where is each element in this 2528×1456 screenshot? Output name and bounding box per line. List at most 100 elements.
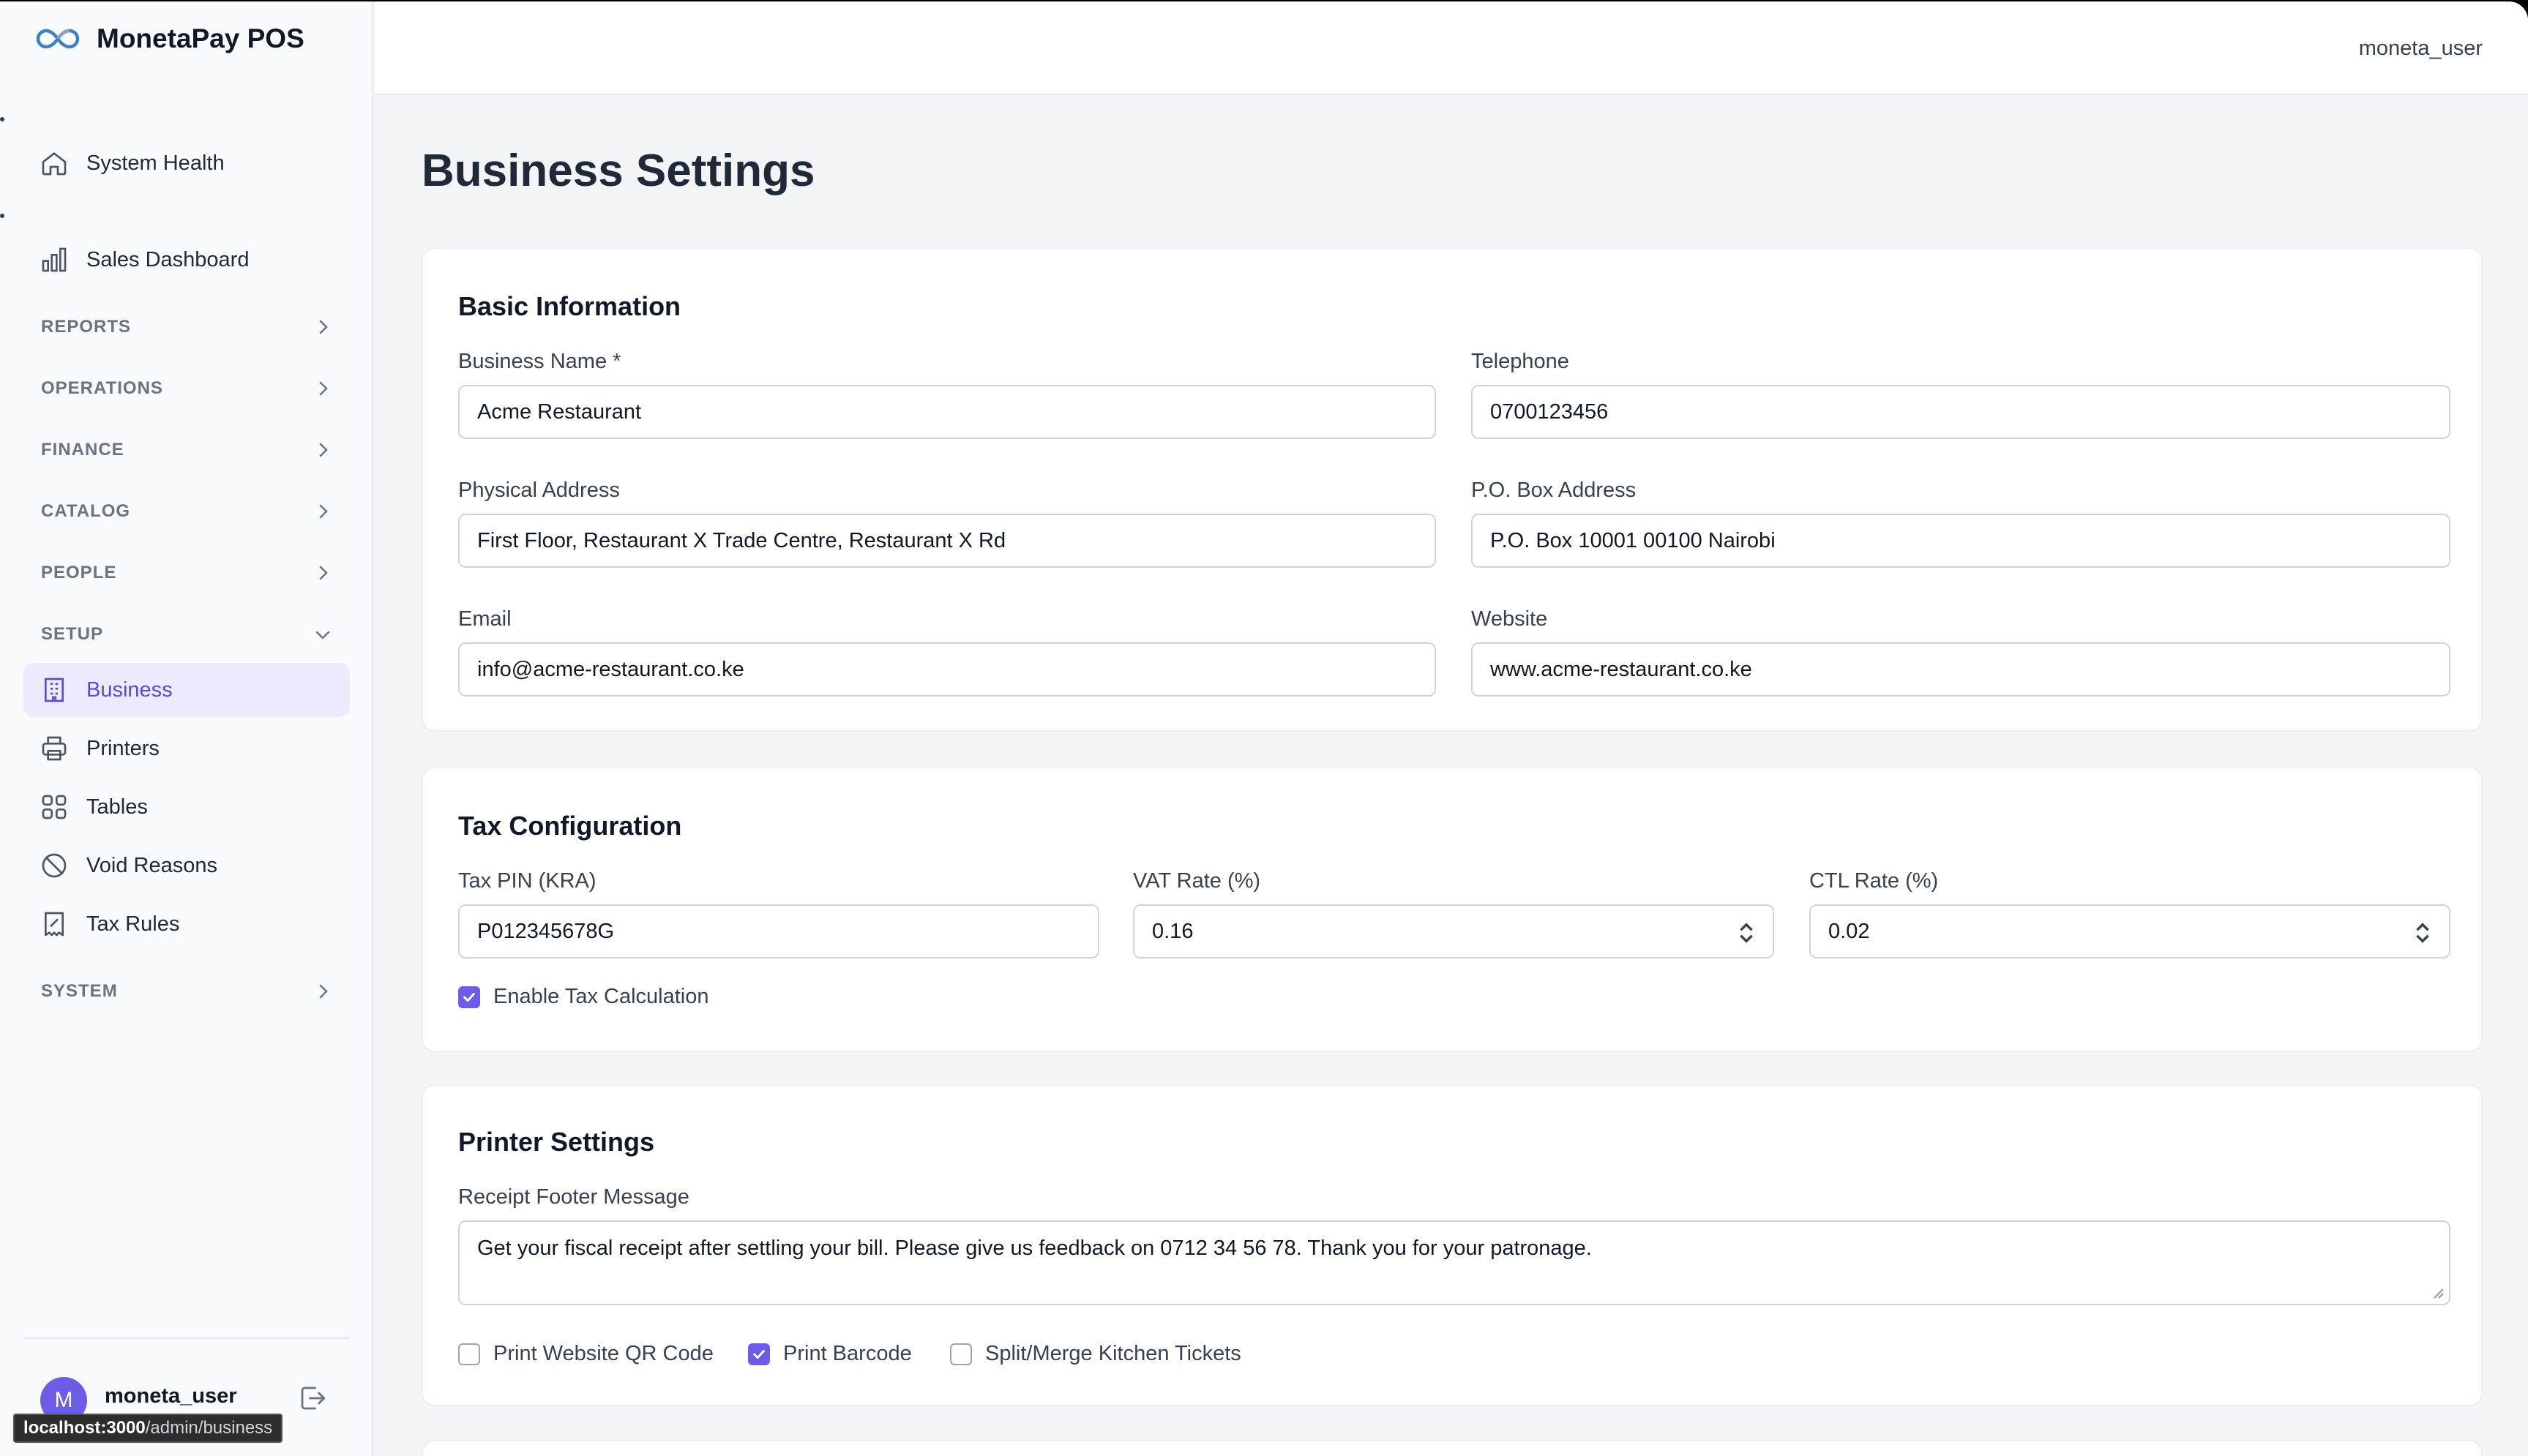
enable-tax-checkbox[interactable]: [458, 986, 480, 1008]
card-title: Printer Settings: [458, 1127, 655, 1157]
print-barcode-label: Print Barcode: [783, 1342, 912, 1365]
sidebar-user-name: moneta_user: [105, 1384, 237, 1408]
number-stepper-icon[interactable]: [1736, 920, 1757, 945]
sidebar-item-label: Tax Rules: [86, 912, 180, 936]
business-name-label: Business Name *: [458, 350, 621, 373]
section-label: SYSTEM: [41, 981, 118, 1001]
split-merge-label: Split/Merge Kitchen Tickets: [985, 1342, 1241, 1365]
card-title: Basic Information: [458, 291, 681, 321]
vat-rate-value: 0.16: [1152, 919, 1194, 943]
scroll-marker: [0, 214, 4, 218]
section-label: CATALOG: [41, 501, 131, 521]
header-user-name[interactable]: moneta_user: [2359, 37, 2483, 61]
sidebar-item-void-reasons[interactable]: Void Reasons: [23, 838, 350, 893]
chevron-right-icon: [319, 381, 328, 396]
print-barcode-checkbox-row[interactable]: Print Barcode: [748, 1342, 912, 1366]
section-label: SETUP: [41, 624, 104, 644]
card-title: Tax Configuration: [458, 811, 682, 841]
print-barcode-checkbox[interactable]: [748, 1343, 770, 1365]
section-label: FINANCE: [41, 440, 124, 459]
tax-configuration-card: Tax Configuration Tax PIN (KRA) P0123456…: [422, 767, 2483, 1052]
ctl-rate-label: CTL Rate (%): [1809, 869, 1939, 893]
po-box-label: P.O. Box Address: [1471, 479, 1637, 502]
receipt-icon: [45, 912, 64, 937]
chevron-right-icon: [319, 984, 328, 999]
enable-tax-label: Enable Tax Calculation: [493, 985, 709, 1008]
physical-address-input[interactable]: First Floor, Restaurant X Trade Centre, …: [458, 514, 1436, 568]
number-stepper-icon[interactable]: [2412, 920, 2433, 945]
tax-pin-label: Tax PIN (KRA): [458, 869, 597, 893]
bar-chart-icon: [42, 247, 67, 272]
ctl-rate-value: 0.02: [1828, 919, 1870, 943]
sidebar-item-label: Printers: [86, 736, 160, 760]
sidebar-section-operations[interactable]: OPERATIONS: [41, 370, 334, 407]
sidebar-section-reports[interactable]: REPORTS: [41, 309, 334, 345]
sidebar-item-label: Business: [86, 678, 173, 702]
scroll-marker: [0, 117, 4, 121]
receipt-footer-textarea[interactable]: Get your fiscal receipt after settling y…: [458, 1220, 2450, 1305]
brand[interactable]: MonetaPay POS: [35, 23, 304, 54]
brand-name: MonetaPay POS: [97, 23, 304, 53]
check-icon: [463, 992, 475, 1002]
ban-icon: [42, 853, 67, 878]
sidebar-item-label: System Health: [86, 151, 225, 175]
sidebar-item-label: Sales Dashboard: [86, 247, 250, 271]
sidebar-section-setup[interactable]: SETUP: [41, 616, 334, 653]
sidebar-item-sales-dashboard[interactable]: Sales Dashboard: [23, 233, 350, 287]
infinity-logo-icon: [36, 29, 80, 49]
building-icon: [45, 678, 64, 702]
telephone-input[interactable]: 0700123456: [1471, 385, 2450, 439]
sidebar-section-system[interactable]: SYSTEM: [41, 973, 334, 1010]
logout-icon[interactable]: [297, 1383, 328, 1414]
chevron-right-icon: [319, 566, 328, 580]
sidebar-section-people[interactable]: PEOPLE: [41, 555, 334, 591]
sidebar-item-system-health[interactable]: System Health: [23, 136, 350, 190]
print-qr-label: Print Website QR Code: [493, 1342, 714, 1365]
resize-handle-icon[interactable]: [2430, 1285, 2445, 1299]
vat-rate-label: VAT Rate (%): [1133, 869, 1261, 893]
receipt-footer-value: Get your fiscal receipt after settling y…: [477, 1237, 1592, 1260]
ctl-rate-input[interactable]: 0.02: [1809, 904, 2450, 958]
business-name-input[interactable]: Acme Restaurant: [458, 385, 1436, 439]
sidebar: MonetaPay POS System Health Sales Dashbo…: [0, 1, 373, 1456]
status-bar-url: localhost:3000/admin/business: [13, 1414, 283, 1443]
website-input[interactable]: www.acme-restaurant.co.ke: [1471, 642, 2450, 697]
sidebar-item-tables[interactable]: Tables: [23, 780, 350, 834]
receipt-footer-label: Receipt Footer Message: [458, 1185, 689, 1209]
vat-rate-input[interactable]: 0.16: [1133, 904, 1774, 958]
sidebar-section-catalog[interactable]: CATALOG: [41, 493, 334, 530]
sidebar-item-tax-rules[interactable]: Tax Rules: [23, 897, 350, 951]
sidebar-item-label: Tables: [86, 795, 148, 819]
printer-settings-card: Printer Settings Receipt Footer Message …: [422, 1084, 2483, 1406]
sidebar-item-printers[interactable]: Printers: [23, 721, 350, 776]
basic-information-card: Basic Information Business Name * Acme R…: [422, 247, 2483, 732]
chevron-right-icon: [319, 320, 328, 334]
po-box-input[interactable]: P.O. Box 10001 00100 Nairobi: [1471, 514, 2450, 568]
chevron-right-icon: [319, 443, 328, 457]
enable-tax-checkbox-row[interactable]: Enable Tax Calculation: [458, 985, 709, 1009]
email-input[interactable]: info@acme-restaurant.co.ke: [458, 642, 1436, 697]
sidebar-section-finance[interactable]: FINANCE: [41, 432, 334, 468]
print-qr-checkbox[interactable]: [458, 1343, 480, 1365]
status-url-host: localhost:3000: [23, 1418, 146, 1438]
grid-icon: [42, 795, 67, 819]
website-label: Website: [1471, 607, 1548, 631]
topbar: moneta_user: [375, 1, 2528, 95]
tax-pin-input[interactable]: P012345678G: [458, 904, 1099, 958]
check-icon: [753, 1349, 765, 1359]
next-settings-card: [422, 1440, 2483, 1456]
section-label: OPERATIONS: [41, 378, 163, 398]
print-qr-checkbox-row[interactable]: Print Website QR Code: [458, 1342, 714, 1366]
sidebar-divider: [23, 1337, 350, 1339]
split-merge-checkbox-row[interactable]: Split/Merge Kitchen Tickets: [950, 1342, 1241, 1366]
section-label: PEOPLE: [41, 563, 117, 582]
physical-address-label: Physical Address: [458, 479, 620, 502]
split-merge-checkbox[interactable]: [950, 1343, 972, 1365]
page-title: Business Settings: [422, 146, 815, 196]
sidebar-item-label: Void Reasons: [86, 853, 217, 877]
home-icon: [42, 152, 67, 176]
chevron-down-icon: [315, 631, 330, 639]
section-label: REPORTS: [41, 317, 132, 337]
chevron-right-icon: [319, 504, 328, 519]
sidebar-item-business[interactable]: Business: [23, 663, 350, 717]
